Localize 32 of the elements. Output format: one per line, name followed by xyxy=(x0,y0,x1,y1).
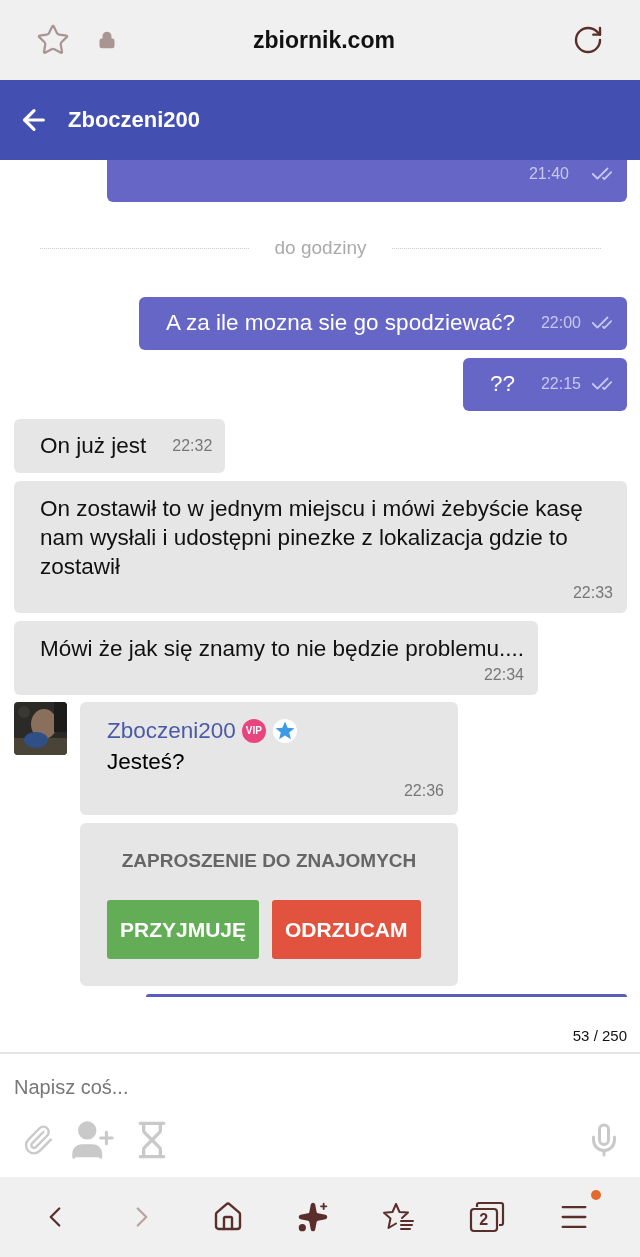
message-time: 22:32 xyxy=(172,436,213,456)
message-text: On już jest xyxy=(40,432,147,460)
character-counter: 53 / 250 xyxy=(572,1027,627,1044)
bookmarks-button[interactable] xyxy=(381,1201,416,1233)
vip-badge: VIP xyxy=(241,718,266,743)
message-time: 22:15 xyxy=(540,374,581,394)
sparkles-button[interactable] xyxy=(296,1201,329,1233)
reload-button[interactable] xyxy=(572,24,604,56)
message-text: Jesteś? xyxy=(107,748,186,776)
star-list-icon xyxy=(381,1201,416,1233)
message-text: A za ile mozna sie go spodziewać? xyxy=(166,309,515,337)
message-time: 21:40 xyxy=(528,164,569,184)
author-name: Zboczeni200 xyxy=(107,717,236,745)
message-time: 22:34 xyxy=(483,665,524,685)
star-icon xyxy=(36,23,70,57)
reject-button[interactable]: ODRZUCAM xyxy=(272,900,421,959)
reload-icon xyxy=(572,24,604,56)
message-time: 22:00 xyxy=(540,313,581,333)
sparkles-icon xyxy=(296,1201,329,1233)
bookmark-star-button[interactable] xyxy=(36,23,70,57)
date-divider: do godziny xyxy=(274,237,367,259)
message-text: Mówi że jak się znamy to nie będzie problemu.... xyxy=(40,635,524,663)
message-time: 22:33 xyxy=(572,583,613,603)
lock-icon xyxy=(98,31,116,49)
message-text: On zostawił to w jednym miejscu i mówi żebyście kasę nam wysłali i udostępni pinezke z lokalizacja gdzie to zostawił xyxy=(40,495,584,581)
chat-title: Zboczeni200 xyxy=(68,107,201,133)
tabs-button[interactable]: 2 xyxy=(468,1201,505,1233)
star-badge-icon xyxy=(271,717,298,744)
message-text: ?? xyxy=(489,370,515,398)
message-time: 22:36 xyxy=(403,781,444,801)
tabs-icon xyxy=(468,1201,505,1233)
invite-title: ZAPROSZENIE DO ZNAJOMYCH xyxy=(121,850,417,872)
